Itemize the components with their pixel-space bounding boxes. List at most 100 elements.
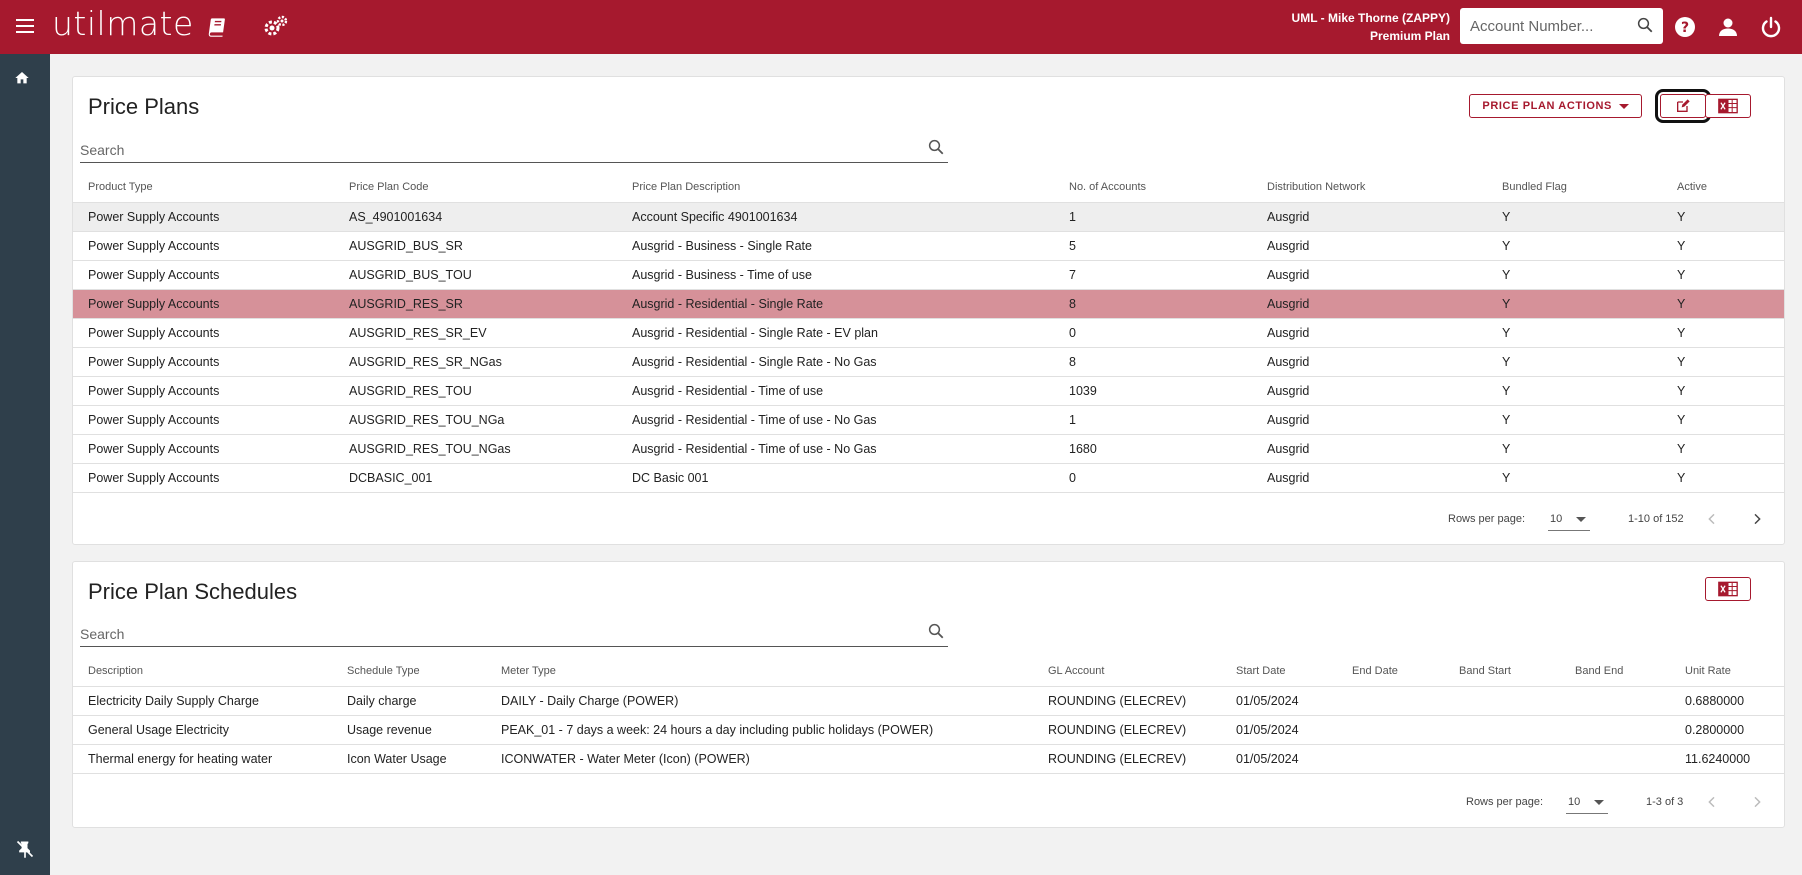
home-icon[interactable] bbox=[14, 70, 30, 86]
rows-per-page-select[interactable]: 10 bbox=[1566, 788, 1608, 814]
column-header[interactable]: Unit Rate bbox=[1670, 657, 1784, 687]
table-cell: AUSGRID_RES_TOU_NGas bbox=[334, 434, 617, 464]
rows-per-page-select[interactable]: 10 bbox=[1548, 505, 1590, 531]
table-row[interactable]: Power Supply Accounts AUSGRID_BUS_TOU Ausg… bbox=[73, 260, 1784, 290]
table-cell: ROUNDING (ELECREV) bbox=[1033, 715, 1221, 745]
table-cell: General Usage Electricity bbox=[73, 715, 332, 745]
unpin-icon[interactable] bbox=[15, 839, 35, 859]
table-cell: Power Supply Accounts bbox=[73, 318, 334, 348]
table-cell: Y bbox=[1662, 463, 1784, 493]
column-header[interactable]: Price Plan Code bbox=[334, 173, 617, 203]
table-cell: Ausgrid bbox=[1252, 463, 1487, 493]
table-cell: Y bbox=[1487, 289, 1662, 319]
column-header[interactable]: GL Account bbox=[1033, 657, 1221, 687]
app-logo[interactable]: utilmate bbox=[52, 4, 194, 43]
search-icon[interactable] bbox=[927, 622, 945, 640]
column-header[interactable]: Bundled Flag bbox=[1487, 173, 1662, 203]
page-range: 1-3 of 3 bbox=[1646, 796, 1684, 808]
table-row[interactable]: Power Supply Accounts AUSGRID_RES_SR_NGas… bbox=[73, 347, 1784, 377]
table-row[interactable]: Power Supply Accounts AUSGRID_BUS_SR Ausgr… bbox=[73, 231, 1784, 261]
table-cell: Ausgrid - Business - Time of use bbox=[617, 260, 1054, 290]
column-header[interactable]: Band End bbox=[1560, 657, 1670, 687]
table-cell: 1 bbox=[1054, 405, 1252, 435]
table-cell bbox=[1337, 686, 1444, 716]
table-cell: Ausgrid bbox=[1252, 318, 1487, 348]
table-cell: Ausgrid - Residential - Time of use - No… bbox=[617, 405, 1054, 435]
book-icon[interactable] bbox=[204, 14, 230, 40]
schedules-export-excel-button[interactable] bbox=[1705, 577, 1751, 601]
table-cell: Ausgrid - Business - Single Rate bbox=[617, 231, 1054, 261]
price-plans-search-input[interactable] bbox=[80, 140, 900, 160]
table-cell: 11.6240000 bbox=[1670, 744, 1784, 774]
next-page-icon[interactable] bbox=[1749, 794, 1765, 810]
account-search-box bbox=[1460, 8, 1663, 44]
top-bar: utilmate UML - Mike Thorne (ZAPPY) Premi… bbox=[0, 0, 1802, 54]
prev-page-icon[interactable] bbox=[1704, 511, 1720, 527]
table-row[interactable]: Power Supply Accounts AUSGRID_RES_SR Ausgr… bbox=[73, 289, 1784, 319]
table-cell: DC Basic 001 bbox=[617, 463, 1054, 493]
column-header[interactable]: Start Date bbox=[1221, 657, 1337, 687]
table-row[interactable]: Power Supply Accounts AS_4901001634 Accoun… bbox=[73, 202, 1784, 232]
table-cell: Y bbox=[1487, 231, 1662, 261]
search-icon[interactable] bbox=[1636, 16, 1654, 34]
column-header[interactable]: Band Start bbox=[1444, 657, 1560, 687]
column-header[interactable]: Product Type bbox=[73, 173, 334, 203]
excel-icon bbox=[1718, 98, 1738, 114]
table-cell: Ausgrid bbox=[1252, 289, 1487, 319]
table-cell: Ausgrid - Residential - Time of use - No… bbox=[617, 434, 1054, 464]
price-plans-table: Product Type Price Plan Code Price Plan De… bbox=[73, 173, 1784, 493]
table-cell: Icon Water Usage bbox=[332, 744, 486, 774]
edit-button[interactable] bbox=[1655, 89, 1711, 123]
table-row[interactable]: General Usage Electricity Usage revenue PE… bbox=[73, 715, 1784, 745]
table-cell: AUSGRID_RES_SR_NGas bbox=[334, 347, 617, 377]
table-row[interactable]: Thermal energy for heating water Icon Wat… bbox=[73, 744, 1784, 774]
schedules-search-input[interactable] bbox=[80, 624, 900, 644]
price-plan-actions-button[interactable]: PRICE PLAN ACTIONS bbox=[1469, 94, 1642, 118]
prev-page-icon[interactable] bbox=[1704, 794, 1720, 810]
table-cell: 0.2800000 bbox=[1670, 715, 1784, 745]
table-cell: Power Supply Accounts bbox=[73, 463, 334, 493]
column-header[interactable]: No. of Accounts bbox=[1054, 173, 1252, 203]
table-row[interactable]: Power Supply Accounts AUSGRID_RES_TOU_NGa… bbox=[73, 405, 1784, 435]
table-cell: Ausgrid bbox=[1252, 260, 1487, 290]
table-cell: Power Supply Accounts bbox=[73, 231, 334, 261]
table-row[interactable]: Electricity Daily Supply Charge Daily cha… bbox=[73, 686, 1784, 716]
table-row[interactable]: Power Supply Accounts AUSGRID_RES_TOU Ausg… bbox=[73, 376, 1784, 406]
table-row[interactable]: Power Supply Accounts AUSGRID_RES_TOU_NGa… bbox=[73, 434, 1784, 464]
rows-per-page-label: Rows per page: bbox=[1448, 513, 1526, 525]
caret-down-icon bbox=[1619, 103, 1629, 109]
column-header[interactable]: Description bbox=[73, 657, 332, 687]
menu-icon[interactable] bbox=[13, 15, 37, 39]
table-cell: 8 bbox=[1054, 347, 1252, 377]
column-header[interactable]: Meter Type bbox=[486, 657, 1033, 687]
next-page-icon[interactable] bbox=[1749, 511, 1765, 527]
table-cell: 01/05/2024 bbox=[1221, 686, 1337, 716]
schedules-pagination: Rows per page: 10 1-3 of 3 bbox=[1384, 788, 1784, 818]
table-cell: PEAK_01 - 7 days a week: 24 hours a day … bbox=[486, 715, 1033, 745]
help-icon[interactable]: ? bbox=[1671, 13, 1699, 41]
settings-gears-icon[interactable] bbox=[262, 14, 288, 40]
table-cell: Y bbox=[1487, 202, 1662, 232]
table-row[interactable]: Power Supply Accounts DCBASIC_001 DC Basic… bbox=[73, 463, 1784, 493]
power-logout-icon[interactable] bbox=[1757, 13, 1785, 41]
column-header[interactable]: Distribution Network bbox=[1252, 173, 1487, 203]
table-cell: 01/05/2024 bbox=[1221, 715, 1337, 745]
column-header[interactable]: Schedule Type bbox=[332, 657, 486, 687]
table-cell: Power Supply Accounts bbox=[73, 434, 334, 464]
price-plans-search bbox=[80, 135, 948, 163]
account-number-input[interactable] bbox=[1470, 16, 1630, 36]
column-header[interactable]: Active bbox=[1662, 173, 1784, 203]
table-cell: Thermal energy for heating water bbox=[73, 744, 332, 774]
table-row[interactable]: Power Supply Accounts AUSGRID_RES_SR_EV Au… bbox=[73, 318, 1784, 348]
column-header[interactable]: End Date bbox=[1337, 657, 1444, 687]
table-cell: 1680 bbox=[1054, 434, 1252, 464]
column-header[interactable]: Price Plan Description bbox=[617, 173, 1054, 203]
export-excel-button[interactable] bbox=[1705, 94, 1751, 118]
search-icon[interactable] bbox=[927, 138, 945, 156]
table-cell: Y bbox=[1487, 376, 1662, 406]
table-cell: Power Supply Accounts bbox=[73, 405, 334, 435]
user-profile-icon[interactable] bbox=[1714, 13, 1742, 41]
user-plan: Premium Plan bbox=[1369, 29, 1450, 43]
table-cell: AUSGRID_RES_TOU bbox=[334, 376, 617, 406]
table-cell: Ausgrid bbox=[1252, 202, 1487, 232]
